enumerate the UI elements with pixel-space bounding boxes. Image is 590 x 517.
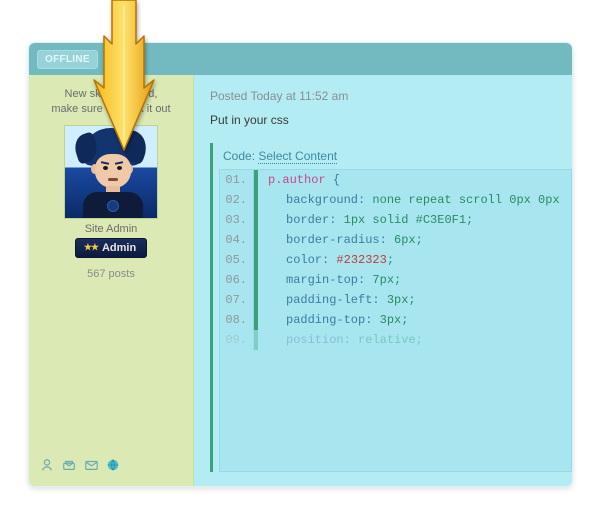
post-timestamp: Posted Today at 11:52 am — [210, 89, 572, 103]
author-sidebar: New sk leased, make sure check it out — [29, 75, 194, 486]
code-area[interactable]: 01. p.author { 02. background: none repe… — [219, 169, 572, 472]
code-header: Code: Select Content — [219, 143, 572, 169]
code-box: Code: Select Content 01. p.author { — [210, 143, 572, 472]
code-line: 07. padding-left: 3px; — [220, 290, 571, 310]
author-role: Site Admin — [85, 223, 138, 235]
www-icon[interactable] — [105, 458, 121, 472]
status-badge: OFFLINE — [37, 50, 98, 69]
select-content-link[interactable]: Select Content — [258, 149, 337, 164]
post-header: OFFLINE dow — [29, 43, 572, 75]
code-line: 08. padding-top: 3px; — [220, 310, 571, 330]
username-link[interactable]: dow — [106, 52, 128, 66]
post-body-text: Put in your css — [210, 113, 572, 127]
code-line: 02. background: none repeat scroll 0px 0… — [220, 190, 571, 210]
code-line: 01. p.author { — [220, 170, 571, 190]
avatar[interactable] — [64, 125, 158, 219]
post-count: 567 posts — [87, 268, 135, 280]
admin-badge-label: Admin — [102, 242, 136, 254]
author-action-icons — [35, 452, 187, 478]
profile-icon[interactable] — [39, 458, 55, 472]
email-icon[interactable] — [83, 458, 99, 472]
forum-post-panel: OFFLINE dow New sk leased, make sure che… — [28, 42, 573, 487]
code-label: Code: — [223, 149, 255, 163]
code-line: 04. border-radius: 6px; — [220, 230, 571, 250]
code-line: 05. color: #232323; — [220, 250, 571, 270]
admin-badge: ★★ Admin — [75, 238, 147, 258]
pm-icon[interactable] — [61, 458, 77, 472]
code-line: 06. margin-top: 7px; — [220, 270, 571, 290]
star-icon: ★★ — [84, 242, 98, 253]
code-line: 03. border: 1px solid #C3E0F1; — [220, 210, 571, 230]
code-line: 09. position: relative; — [220, 330, 571, 350]
author-tagline: New sk leased, make sure check it out — [35, 85, 187, 125]
post-content: Posted Today at 11:52 am Put in your css… — [194, 75, 572, 486]
